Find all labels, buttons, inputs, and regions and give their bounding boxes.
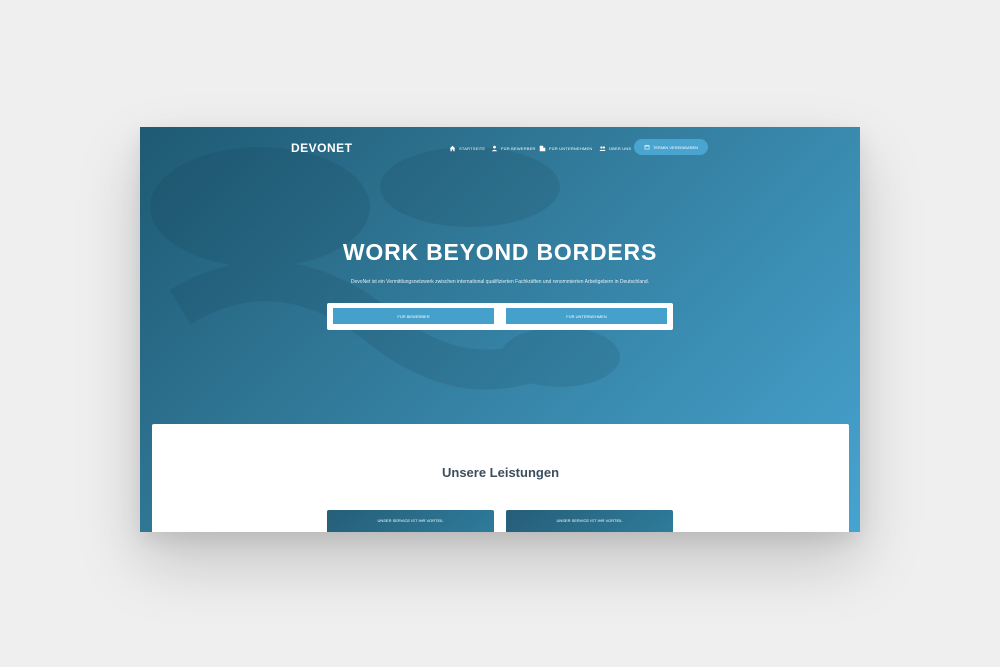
hero-subtitle: DevoNet ist ein Vermittlungsnetzwerk zwi…: [350, 279, 650, 285]
hero-cta-box: Für Bewerber Für Unternehmen: [327, 303, 673, 330]
nav-item-label: Für Bewerber: [501, 145, 536, 151]
for-companies-button[interactable]: Für Unternehmen: [506, 308, 667, 324]
section-title: Unsere Leistungen: [441, 465, 560, 480]
nav-item-fur-bewerber[interactable]: Für Bewerber: [491, 143, 536, 153]
for-applicants-button[interactable]: Für Bewerber: [333, 308, 494, 324]
nav-item-label: Für Unternehmen: [549, 145, 593, 151]
service-card[interactable]: Unser Service ist Ihr Vorteil: [327, 510, 494, 532]
service-card-label: Unser Service ist Ihr Vorteil: [377, 518, 444, 523]
group-icon: [599, 145, 606, 151]
hero-title: WORK BEYOND BORDERS: [342, 239, 658, 265]
hero-background-photo: [150, 147, 620, 390]
service-card[interactable]: Unser Service ist Ihr Vorteil: [506, 510, 673, 532]
nav-item-fur-unternehmen[interactable]: Für Unternehmen: [539, 143, 592, 153]
nav-item-label: Über uns: [609, 145, 632, 151]
nav-item-startseite[interactable]: Startseite: [449, 143, 485, 153]
site-logo[interactable]: DEVONET: [291, 141, 353, 155]
person-icon: [491, 145, 498, 151]
services-section: Unsere Leistungen Unser Service ist Ihr …: [152, 424, 849, 532]
service-card-label: Unser Service ist Ihr Vorteil: [556, 518, 623, 523]
book-appointment-label: Termin vereinbaren: [652, 144, 699, 150]
home-icon: [449, 145, 456, 151]
nav-item-uber-uns[interactable]: Über uns: [599, 143, 631, 153]
website-frame: DEVONET Startseite Für Bewerber Für Unte…: [140, 127, 860, 532]
nav-item-label: Startseite: [459, 145, 486, 151]
building-icon: [539, 145, 546, 151]
book-appointment-button[interactable]: Termin vereinbaren: [634, 139, 708, 155]
calendar-icon: [644, 145, 650, 150]
